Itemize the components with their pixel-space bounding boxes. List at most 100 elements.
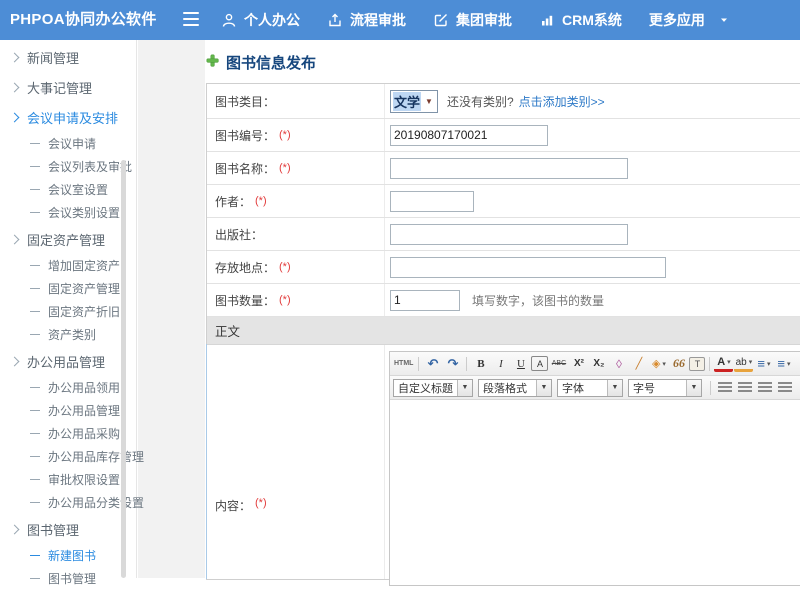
sidebar-item-meeting-list[interactable]: 会议列表及审批 (0, 155, 136, 178)
location-input[interactable] (390, 257, 666, 278)
redo-icon[interactable]: ↷ (443, 355, 462, 372)
menu-toggle-icon[interactable] (183, 12, 199, 26)
align-center-icon[interactable] (735, 379, 754, 396)
sidebar-item-asset-depreciation[interactable]: 固定资产折旧 (0, 300, 136, 323)
nav-personal-office[interactable]: 个人办公 (221, 10, 300, 30)
sidebar-group-office-supplies[interactable]: 办公用品管理 (0, 346, 136, 376)
font-family-select[interactable]: 字体▼ (557, 379, 623, 397)
publisher-input[interactable] (390, 224, 628, 245)
quantity-input[interactable] (390, 290, 460, 311)
sidebar-item-supplies-category[interactable]: 办公用品分类设置 (0, 491, 136, 514)
sidebar-group-fixed-assets[interactable]: 固定资产管理 (0, 224, 136, 254)
section-header-body: 正文 (207, 317, 800, 345)
sidebar-group-memorabilia[interactable]: 大事记管理 (0, 72, 136, 102)
more-apps-caret-icon[interactable] (718, 14, 730, 26)
sidebar-item-supplies-stock[interactable]: 办公用品库存管理 (0, 445, 136, 468)
subscript-button[interactable]: X₂ (589, 355, 608, 372)
undo-icon[interactable]: ↶ (423, 355, 442, 372)
main-panel: 图书信息发布 图书类目： 文学 ▼ 还没有类别? 点击添加类别>> 图书编号：(… (205, 40, 800, 578)
bold-button[interactable]: B (471, 355, 490, 372)
form-row-category: 图书类目： 文学 ▼ 还没有类别? 点击添加类别>> (207, 84, 800, 119)
dash-icon (30, 502, 40, 503)
sidebar-item-asset-manage[interactable]: 固定资产管理 (0, 277, 136, 300)
select-caret-icon: ▼ (607, 380, 622, 396)
ordered-list-icon[interactable]: ≡ (754, 355, 773, 372)
sidebar-item-meeting-apply[interactable]: 会议申请 (0, 132, 136, 155)
toolbar-separator (709, 357, 710, 371)
required-mark: (*) (255, 195, 267, 207)
dash-icon (30, 479, 40, 480)
align-right-icon[interactable] (755, 379, 774, 396)
dash-icon (30, 166, 40, 167)
dash-icon (30, 143, 40, 144)
top-nav: 个人办公 流程审批 集团审批 CRM系统 (221, 0, 730, 40)
font-color-button[interactable]: A (714, 356, 733, 372)
author-input[interactable] (390, 191, 474, 212)
dash-icon (30, 288, 40, 289)
field-label: 图书编号：(*) (207, 119, 385, 151)
sidebar-item-approval-permission[interactable]: 审批权限设置 (0, 468, 136, 491)
paste-text-icon[interactable]: T (689, 357, 705, 371)
rich-text-editor: HTML ↶ ↷ B I U A ABC X² X₂ ◊ ╱ (389, 351, 800, 586)
workflow-icon (327, 12, 343, 28)
blockquote-button[interactable]: 66 (669, 355, 688, 372)
toolbar-separator (466, 357, 467, 371)
nav-group-approval[interactable]: 集团审批 (433, 10, 512, 30)
toolbar-separator (418, 357, 419, 371)
html-source-button[interactable]: HTML (393, 355, 414, 372)
format-brush-icon[interactable]: ╱ (629, 355, 648, 372)
editor-toolbar-row1: HTML ↶ ↷ B I U A ABC X² X₂ ◊ ╱ (390, 352, 800, 376)
paint-color-icon[interactable]: ◈ (649, 355, 668, 372)
chevron-right-icon (10, 234, 20, 244)
sidebar-item-book-manage[interactable]: 图书管理 (0, 567, 136, 590)
sidebar-group-books[interactable]: 图书管理 (0, 514, 136, 544)
sidebar-item-supplies-purchase[interactable]: 办公用品采购 (0, 422, 136, 445)
sidebar-group-news[interactable]: 新闻管理 (0, 42, 136, 72)
sidebar-item-meeting-room[interactable]: 会议室设置 (0, 178, 136, 201)
form-row-book-name: 图书名称：(*) (207, 152, 800, 185)
required-mark: (*) (255, 497, 267, 509)
font-style-button[interactable]: A (531, 356, 548, 371)
page-title: 图书信息发布 (226, 52, 316, 73)
chart-icon (539, 12, 555, 28)
nav-more-apps[interactable]: 更多应用 (649, 10, 705, 30)
chevron-right-icon (10, 356, 20, 366)
add-category-link[interactable]: 点击添加类别>> (519, 93, 605, 110)
sidebar-group-meeting[interactable]: 会议申请及安排 (0, 102, 136, 132)
paragraph-format-select[interactable]: 段落格式▼ (478, 379, 552, 397)
sidebar-item-meeting-category[interactable]: 会议类别设置 (0, 201, 136, 224)
sidebar-item-add-asset[interactable]: 增加固定资产 (0, 254, 136, 277)
insert-link-icon[interactable]: ∞ (795, 379, 800, 396)
form-row-quantity: 图书数量：(*) 填写数字，该图书的数量 (207, 284, 800, 317)
superscript-button[interactable]: X² (569, 355, 588, 372)
editor-content-area[interactable] (390, 400, 800, 585)
book-number-input[interactable] (390, 125, 548, 146)
eraser-icon[interactable]: ◊ (609, 355, 628, 372)
field-label: 图书类目： (207, 84, 385, 118)
sidebar-item-new-book[interactable]: 新建图书 (0, 544, 136, 567)
category-select[interactable]: 文学 ▼ (390, 90, 438, 113)
form-row-location: 存放地点：(*) (207, 251, 800, 284)
category-note: 还没有类别? (447, 93, 514, 110)
highlight-color-button[interactable]: ab (734, 356, 753, 372)
sidebar-item-supplies-manage[interactable]: 办公用品管理 (0, 399, 136, 422)
align-left-icon[interactable] (715, 379, 734, 396)
custom-title-select[interactable]: 自定义标题▼ (393, 379, 473, 397)
dash-icon (30, 578, 40, 579)
unordered-list-icon[interactable]: ≡ (774, 355, 793, 372)
strikethrough-button[interactable]: ABC (549, 355, 568, 372)
sidebar-item-asset-category[interactable]: 资产类别 (0, 323, 136, 346)
book-form: 图书类目： 文学 ▼ 还没有类别? 点击添加类别>> 图书编号：(*) 图书名称… (206, 83, 800, 580)
nav-workflow-approval[interactable]: 流程审批 (327, 10, 406, 30)
sidebar-item-supplies-claim[interactable]: 办公用品领用 (0, 376, 136, 399)
approval-icon (433, 12, 449, 28)
field-label: 图书数量：(*) (207, 284, 385, 316)
sidebar-scrollbar[interactable] (121, 160, 126, 578)
book-name-input[interactable] (390, 158, 628, 179)
underline-button[interactable]: U (511, 355, 530, 372)
align-justify-icon[interactable] (775, 379, 794, 396)
nav-crm-system[interactable]: CRM系统 (539, 10, 622, 30)
font-size-select[interactable]: 字号▼ (628, 379, 702, 397)
dash-icon (30, 387, 40, 388)
italic-button[interactable]: I (491, 355, 510, 372)
